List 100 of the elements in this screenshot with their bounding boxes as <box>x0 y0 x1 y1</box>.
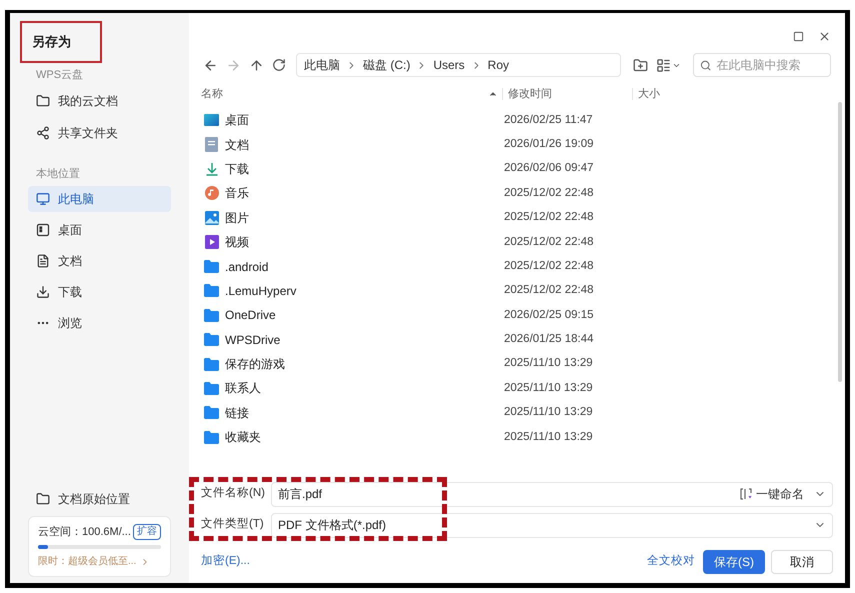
file-name: 视频 <box>225 234 249 252</box>
file-row[interactable]: 图片 2025/12/02 22:48 <box>201 206 835 230</box>
folder-icon <box>36 94 50 108</box>
original-location-button[interactable]: 文档原始位置 <box>36 490 189 508</box>
modified-date: 2025/11/10 13:29 <box>504 356 593 372</box>
column-header[interactable]: 大小 <box>633 86 660 102</box>
file-row[interactable]: 联系人 2025/11/10 13:29 <box>201 376 835 401</box>
search-field[interactable]: 在此电脑中搜索 <box>716 56 824 74</box>
picture-icon <box>204 210 218 225</box>
folder-icon <box>204 333 219 346</box>
file-name: WPSDrive <box>225 332 280 349</box>
new-folder-icon[interactable] <box>633 58 648 72</box>
folder-icon <box>204 406 219 420</box>
close-icon[interactable] <box>818 30 831 42</box>
scrollbar-thumb[interactable] <box>838 102 842 382</box>
modified-date: 2025/11/10 13:29 <box>504 430 593 445</box>
proofread-link[interactable]: 全文校对 <box>647 553 695 571</box>
up-icon[interactable] <box>249 58 264 72</box>
section-heading: 本地位置 <box>36 166 81 182</box>
folder-icon <box>204 260 219 274</box>
search-icon <box>700 58 712 72</box>
path-segment[interactable]: 磁盘 (C:) <box>363 56 410 74</box>
folder-icon <box>36 492 50 506</box>
folder-icon <box>204 430 219 444</box>
sidebar-item[interactable]: 浏览 <box>28 310 171 336</box>
filename-field[interactable]: 前言.pdf 一键命名 <box>271 482 833 506</box>
folder-icon <box>204 382 219 395</box>
file-name: 链接 <box>225 404 249 422</box>
filename-input[interactable]: 前言.pdf <box>278 485 740 503</box>
download-arrow-icon <box>204 162 218 176</box>
sidebar-item[interactable]: 共享文件夹 <box>28 120 171 146</box>
path-segment[interactable]: 此电脑 <box>304 56 340 74</box>
file-name: 音乐 <box>225 185 249 202</box>
file-name: .LemuHyperv <box>225 282 296 300</box>
encrypt-link[interactable]: 加密(E)... <box>201 553 250 571</box>
modified-date: 2026/01/25 18:44 <box>504 332 594 348</box>
file-row[interactable]: .android 2025/12/02 22:48 <box>201 254 835 279</box>
file-row[interactable]: 收藏夹 2025/11/10 13:29 <box>201 425 835 450</box>
search-box[interactable]: 在此电脑中搜索 <box>693 53 831 77</box>
file-name: OneDrive <box>225 307 276 324</box>
cancel-button[interactable]: 取消 <box>771 550 833 574</box>
desktop-icon <box>36 223 50 237</box>
rename-button[interactable]: 一键命名 <box>740 485 804 503</box>
rename-icon <box>740 488 752 500</box>
file-name: 图片 <box>225 210 249 227</box>
path-bar[interactable]: 此电脑 磁盘 (C:) Users Roy <box>296 53 621 77</box>
file-row[interactable]: 桌面 2026/02/25 11:47 <box>201 108 835 132</box>
download-icon <box>36 285 50 299</box>
modified-date: 2025/11/10 13:29 <box>504 405 593 420</box>
path-segment[interactable]: Roy <box>488 56 510 74</box>
file-row[interactable]: WPSDrive 2026/01/25 18:44 <box>201 328 835 352</box>
file-name: 下载 <box>225 160 249 178</box>
expand-button[interactable]: 扩容 <box>132 524 161 540</box>
file-row[interactable]: 视频 2025/12/02 22:48 <box>201 230 835 254</box>
document-icon <box>36 254 50 268</box>
sidebar-item[interactable]: 下载 <box>28 279 171 305</box>
field-label: 文件类型(T) <box>201 516 265 532</box>
document-icon <box>205 137 218 152</box>
save-button[interactable]: 保存(S) <box>703 550 765 574</box>
filetype-dropdown[interactable]: PDF 文件格式(*.pdf) <box>271 512 833 538</box>
modified-date: 2025/11/10 13:29 <box>504 380 593 396</box>
sidebar-item[interactable]: 文档 <box>28 248 171 274</box>
modified-date: 2025/12/02 22:48 <box>504 210 594 226</box>
column-header[interactable]: 名称 <box>201 86 488 102</box>
sidebar-item[interactable]: 我的云文档 <box>28 88 171 114</box>
desktop-icon <box>204 114 219 126</box>
file-row[interactable]: 下载 2026/02/06 09:47 <box>201 156 835 182</box>
path-segment[interactable]: Users <box>433 56 465 74</box>
back-icon[interactable] <box>203 58 218 72</box>
file-name: .android <box>225 258 268 276</box>
file-row[interactable]: OneDrive 2026/02/25 09:15 <box>201 303 835 328</box>
file-row[interactable]: 文档 2026/01/26 19:09 <box>201 132 835 157</box>
section-heading: WPS云盘 <box>36 68 84 83</box>
modified-date: 2025/12/02 22:48 <box>504 186 594 201</box>
field-label: 文件名称(N) <box>201 486 266 502</box>
file-row[interactable]: 音乐 2025/12/02 22:48 <box>201 181 835 206</box>
share-icon <box>36 126 50 140</box>
monitor-icon <box>36 192 50 206</box>
view-menu-button[interactable] <box>656 58 681 72</box>
modified-date: 2025/12/02 22:48 <box>504 234 594 250</box>
modified-date: 2026/02/06 09:47 <box>504 161 594 176</box>
modified-date: 2026/01/26 19:09 <box>504 136 594 152</box>
file-row[interactable]: 链接 2025/11/10 13:29 <box>201 400 835 426</box>
folder-icon <box>204 284 219 298</box>
file-name: 联系人 <box>225 380 261 398</box>
maximize-icon[interactable] <box>793 30 804 42</box>
modified-date: 2025/12/02 22:48 <box>504 283 594 298</box>
folder-icon <box>204 358 219 371</box>
sidebar-item[interactable]: 此电脑 <box>28 186 171 212</box>
sidebar-item[interactable]: 桌面 <box>28 217 171 243</box>
column-header[interactable]: 修改时间 <box>503 86 632 102</box>
modified-date: 2025/12/02 22:48 <box>504 258 594 274</box>
modified-date: 2026/02/25 11:47 <box>504 112 593 128</box>
modified-date: 2026/02/25 09:15 <box>504 308 594 323</box>
refresh-icon[interactable] <box>272 58 286 72</box>
file-name: 文档 <box>225 136 249 154</box>
file-row[interactable]: 保存的游戏 2025/11/10 13:29 <box>201 352 835 376</box>
file-row[interactable]: .LemuHyperv 2025/12/02 22:48 <box>201 278 835 304</box>
storage-text: 云空间：100.6M/... <box>38 524 131 540</box>
list-view-icon <box>656 58 671 72</box>
